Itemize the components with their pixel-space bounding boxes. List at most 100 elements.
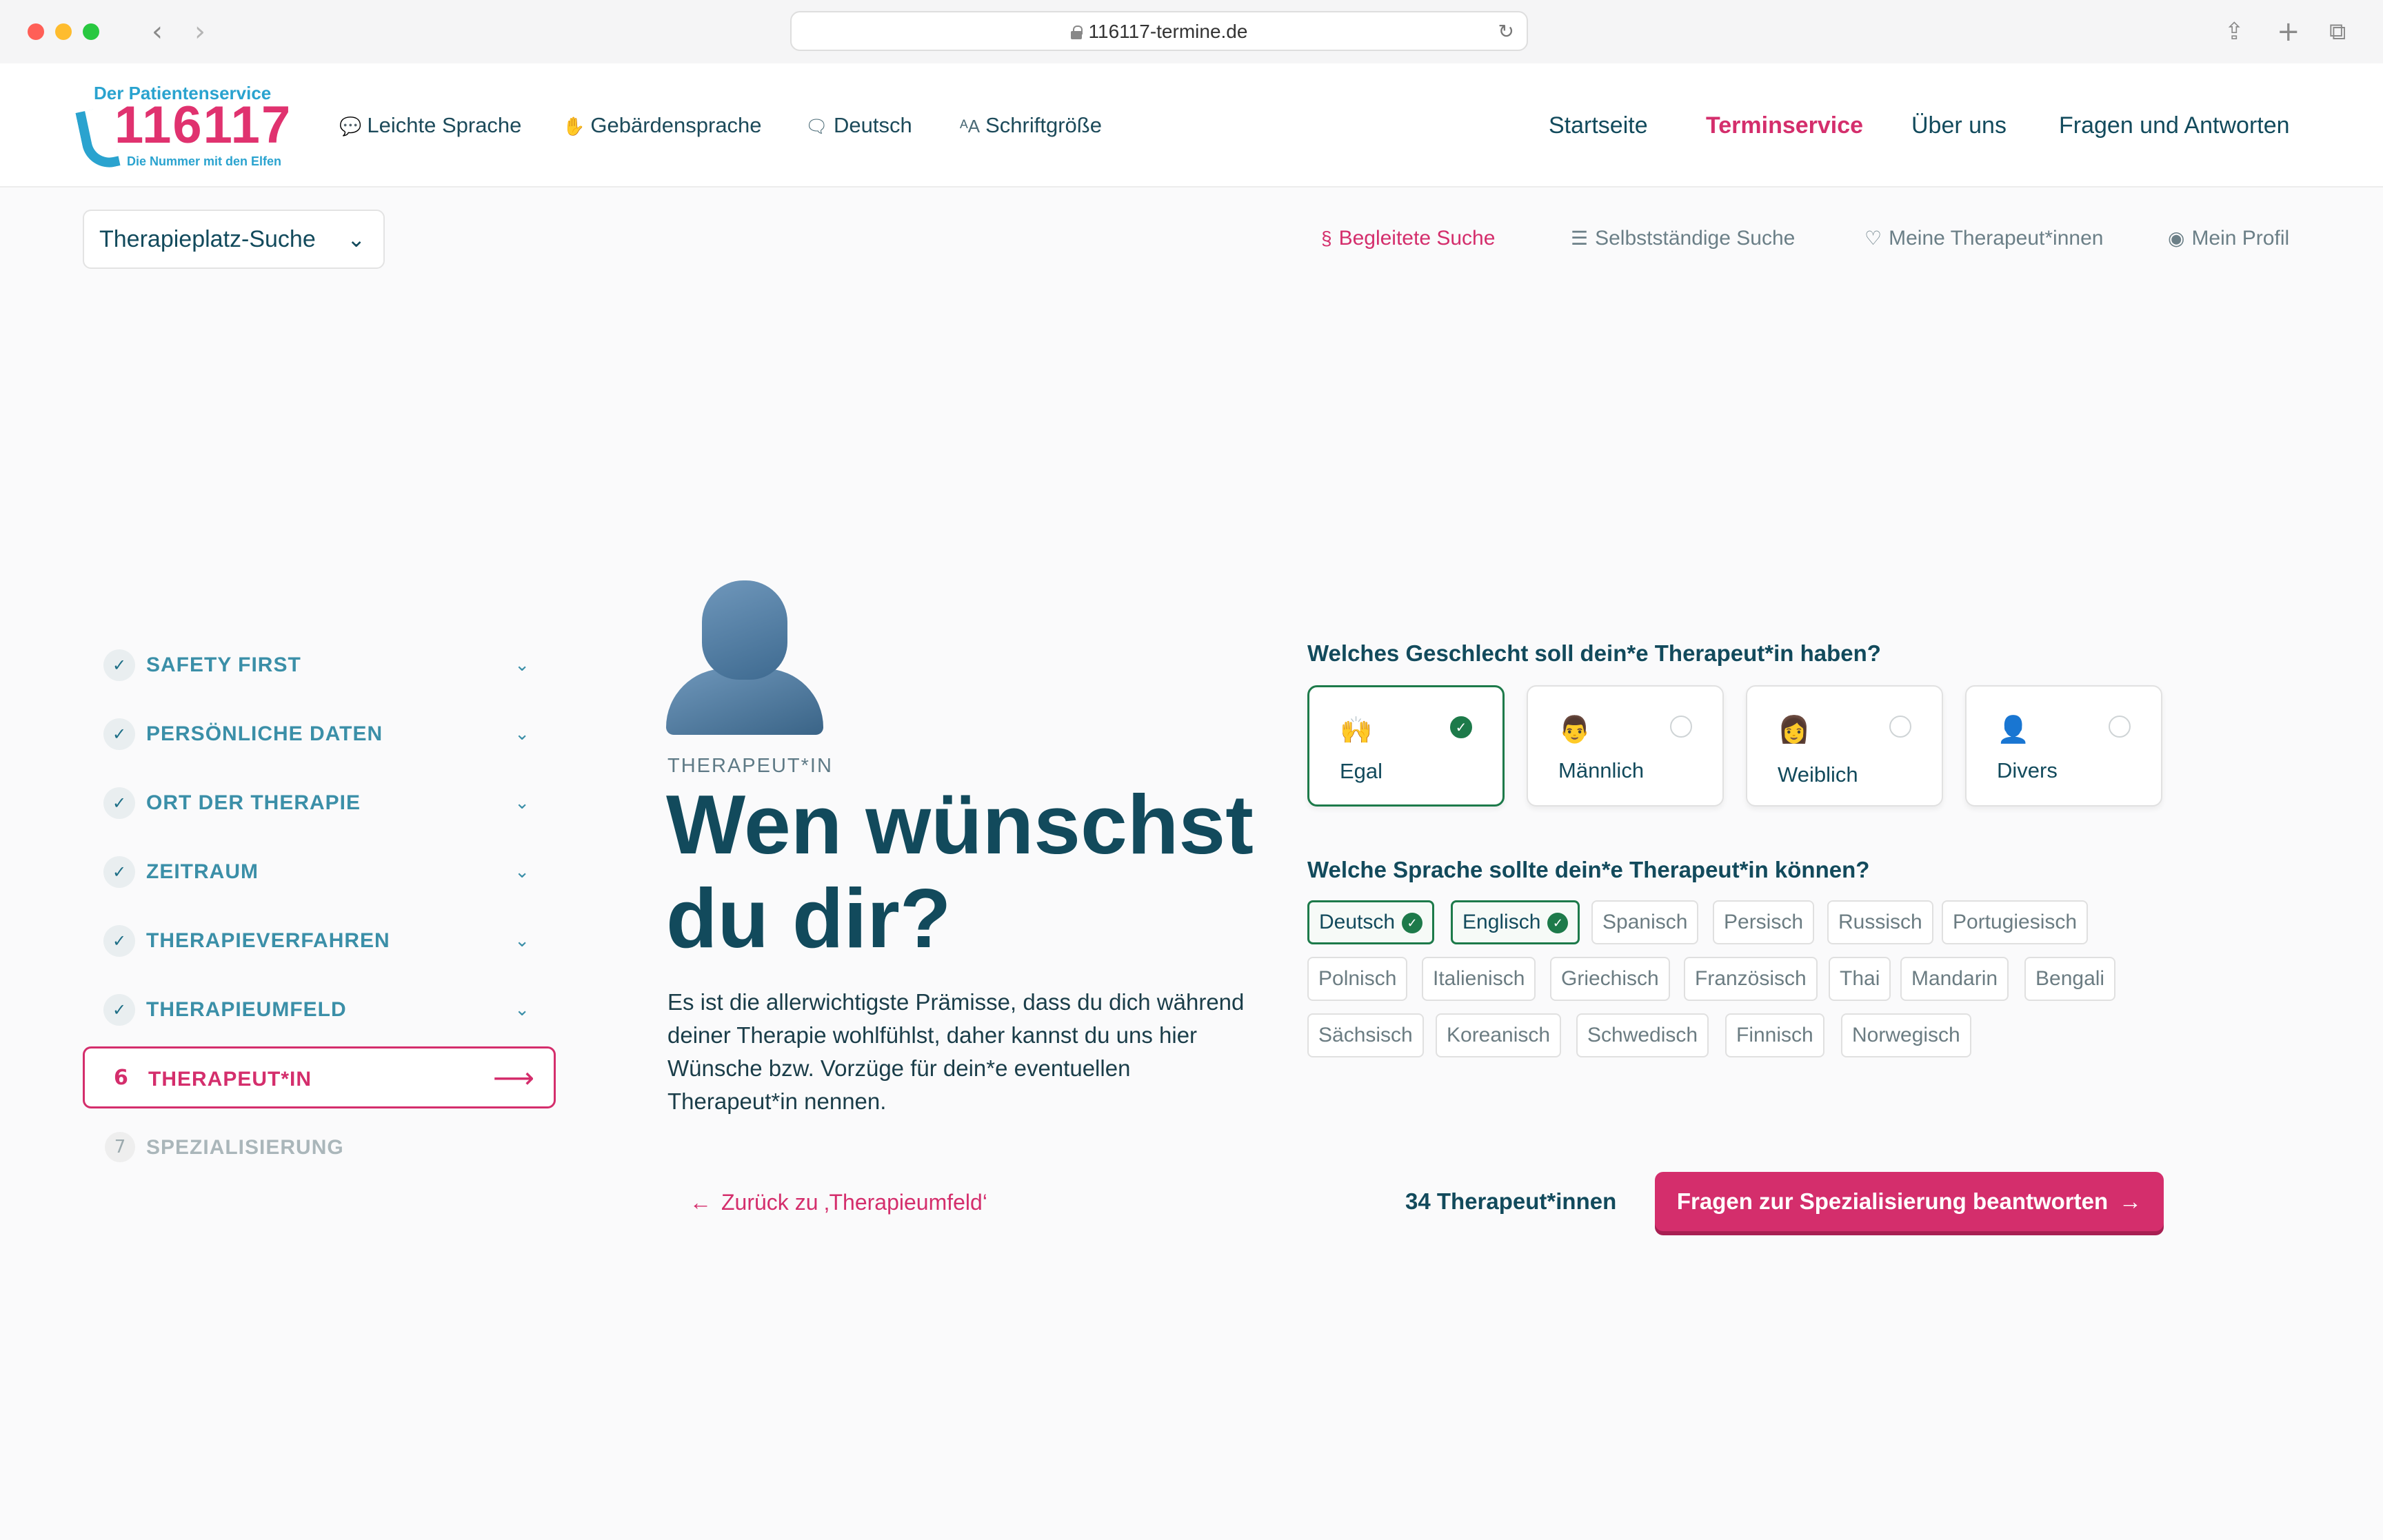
logo-number: 116117 [114, 96, 292, 154]
chat-icon: 🗨 [805, 116, 829, 136]
radio-unchecked-icon [1889, 716, 1911, 738]
step-label: SPEZIALISIERUNG [146, 1136, 344, 1159]
language-chip-mandarin[interactable]: Mandarin [1900, 957, 2009, 1001]
woman-icon: 👩 [1778, 714, 1811, 744]
phone-icon [75, 105, 121, 173]
hand-icon: ✋ [563, 116, 585, 136]
step-label: THERAPIEVERFAHREN [146, 929, 390, 952]
chevron-down-icon: ⌄ [514, 1000, 530, 1020]
maximize-window-button[interactable] [83, 23, 99, 40]
step-zeitraum[interactable]: ✓ ZEITRAUM ⌄ [83, 841, 556, 903]
step-persoenliche-daten[interactable]: ✓ PERSÖNLICHE DATEN ⌄ [83, 703, 556, 765]
step-spezialisierung: 7 SPEZIALISIERUNG [83, 1117, 556, 1179]
route-icon: § [1321, 227, 1332, 249]
site-header: Der Patientenservice 116117 Die Nummer m… [0, 63, 2383, 188]
step-label: SAFETY FIRST [146, 654, 301, 676]
lock-icon [1070, 26, 1083, 39]
utility-gebaerdensprache[interactable]: ✋ Gebärdensprache [563, 112, 762, 140]
person-icon: 👤 [1997, 714, 2030, 744]
gender-option-divers[interactable]: 👤 Divers [1965, 685, 2162, 807]
step-therapieverfahren[interactable]: ✓ THERAPIEVERFAHREN ⌄ [83, 910, 556, 972]
check-icon: ✓ [103, 649, 135, 681]
radio-unchecked-icon [1670, 716, 1692, 738]
back-link[interactable]: ← Zurück zu ‚Therapieumfeld‘ [690, 1187, 987, 1217]
language-chip-griechisch[interactable]: Griechisch [1550, 957, 1670, 1001]
utility-language[interactable]: 🗨 Deutsch [805, 112, 912, 140]
subnav-mein-profil[interactable]: ◉ Mein Profil [2168, 225, 2289, 252]
language-chip-finnisch[interactable]: Finnisch [1725, 1013, 1824, 1057]
utility-font-size[interactable]: ᴬA Schriftgröße [960, 112, 1102, 140]
nav-startseite[interactable]: Startseite [1549, 110, 1648, 141]
nav-ueber-uns[interactable]: Über uns [1911, 110, 2007, 141]
language-chip-englisch[interactable]: Englisch ✓ [1451, 900, 1580, 944]
arrow-left-icon: ← [690, 1190, 712, 1215]
nav-fragen-und-antworten[interactable]: Fragen und Antworten [2059, 110, 2290, 141]
step-ort-der-therapie[interactable]: ✓ ORT DER THERAPIE ⌄ [83, 772, 556, 834]
check-icon: ✓ [103, 718, 135, 750]
gender-option-egal[interactable]: 🙌 Egal ✓ [1307, 685, 1505, 807]
forward-icon[interactable]: › [194, 15, 205, 48]
heart-icon: ♡ [1864, 227, 1882, 249]
new-tab-icon[interactable]: + [2277, 15, 2300, 48]
language-chip-bengali[interactable]: Bengali [2024, 957, 2116, 1001]
step-label: ZEITRAUM [146, 860, 259, 883]
subnav-begleitete-suche[interactable]: § Begleitete Suche [1321, 225, 1495, 252]
check-icon: ✓ [103, 994, 135, 1026]
search-type-dropdown[interactable]: Therapieplatz-Suche ⌄ [83, 210, 385, 269]
browser-chrome: ‹ › 116117-termine.de ↻ ⇪ + ⧉ [0, 0, 2383, 63]
language-chip-portugiesisch[interactable]: Portugiesisch [1942, 900, 2089, 944]
gender-option-maennlich[interactable]: 👨 Männlich [1527, 685, 1724, 807]
gender-option-weiblich[interactable]: 👩 Weiblich [1746, 685, 1943, 807]
language-chip-deutsch[interactable]: Deutsch ✓ [1307, 900, 1435, 944]
intro-text: Es ist die allerwichtigste Prämisse, das… [667, 989, 1245, 1114]
language-chip-persisch[interactable]: Persisch [1713, 900, 1815, 944]
language-chip-schwedisch[interactable]: Schwedisch [1576, 1013, 1709, 1057]
logo[interactable]: Der Patientenservice 116117 Die Nummer m… [75, 83, 290, 173]
section-eyebrow: THERAPEUT*IN [667, 755, 833, 777]
page-title: Wen wünschst du dir? [666, 778, 1254, 965]
language-chip-spanisch[interactable]: Spanisch [1591, 900, 1699, 944]
check-circle-icon: ✓ [1547, 913, 1569, 933]
utility-leichte-sprache[interactable]: 💬 Leichte Sprache [339, 112, 521, 140]
language-chip-koreanisch[interactable]: Koreanisch [1436, 1013, 1562, 1057]
check-circle-icon: ✓ [1402, 913, 1423, 933]
gender-option-label: Weiblich [1778, 762, 1858, 787]
language-chip-russisch[interactable]: Russisch [1827, 900, 1933, 944]
gender-option-label: Männlich [1558, 758, 1645, 782]
dropdown-label: Therapieplatz-Suche [99, 226, 316, 252]
step-therapeutin-current[interactable]: 6 THERAPEUT*IN ⟶ [83, 1046, 556, 1108]
arrow-right-icon: ⟶ [492, 1061, 534, 1095]
gender-option-label: Egal [1340, 759, 1383, 783]
person-silhouette-icon [666, 578, 823, 735]
language-chip-thai[interactable]: Thai [1829, 957, 1891, 1001]
logo-subtitle: Die Nummer mit den Elfen [127, 154, 282, 168]
step-safety-first[interactable]: ✓ SAFETY FIRST ⌄ [83, 634, 556, 696]
sliders-icon: ☰ [1571, 227, 1589, 249]
share-icon[interactable]: ⇪ [2224, 15, 2244, 48]
tabs-overview-icon[interactable]: ⧉ [2329, 15, 2346, 48]
close-window-button[interactable] [28, 23, 44, 40]
address-bar[interactable]: 116117-termine.de ↻ [790, 11, 1528, 51]
language-chip-italienisch[interactable]: Italienisch [1422, 957, 1536, 1001]
minimize-window-button[interactable] [55, 23, 72, 40]
language-chip-norwegisch[interactable]: Norwegisch [1841, 1013, 1971, 1057]
man-icon: 👨 [1558, 714, 1591, 744]
language-chip-franzoesisch[interactable]: Französisch [1684, 957, 1818, 1001]
chevron-down-icon: ⌄ [514, 931, 530, 951]
reload-icon[interactable]: ↻ [1498, 21, 1514, 43]
radio-checked-icon: ✓ [1450, 716, 1472, 738]
continue-button[interactable]: Fragen zur Spezialisierung beantworten → [1655, 1172, 2164, 1231]
step-therapieumfeld[interactable]: ✓ THERAPIEUMFELD ⌄ [83, 979, 556, 1041]
back-icon[interactable]: ‹ [152, 15, 163, 48]
chevron-down-icon: ⌄ [514, 724, 530, 744]
subnav-meine-therapeutinnen[interactable]: ♡ Meine Therapeut*innen [1864, 225, 2103, 252]
nav-terminservice[interactable]: Terminservice [1706, 110, 1863, 141]
language-chip-saechsisch[interactable]: Sächsisch [1307, 1013, 1424, 1057]
step-label: PERSÖNLICHE DATEN [146, 722, 383, 745]
result-count: 34 Therapeut*innen [1405, 1188, 1617, 1214]
subnav-selbststaendige-suche[interactable]: ☰ Selbstständige Suche [1571, 225, 1795, 252]
chevron-down-icon: ⌄ [347, 227, 365, 252]
step-number: 7 [105, 1132, 135, 1162]
gender-question-title: Welches Geschlecht soll dein*e Therapeut… [1307, 640, 1881, 666]
language-chip-polnisch[interactable]: Polnisch [1307, 957, 1408, 1001]
